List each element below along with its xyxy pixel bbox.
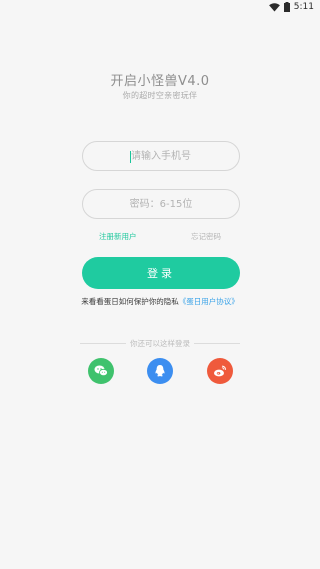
user-agreement-link[interactable]: 《蛋日用户协议》 xyxy=(179,297,239,306)
password-input[interactable] xyxy=(83,197,239,211)
alt-login-text: 你还可以这样登录 xyxy=(130,339,190,348)
weibo-icon xyxy=(214,365,226,377)
status-time: 5:11 xyxy=(293,2,314,12)
phone-input[interactable] xyxy=(83,149,239,163)
privacy-row: 来看看蛋日如何保护你的隐私《蛋日用户协议》 xyxy=(0,296,320,307)
phone-field[interactable] xyxy=(82,141,240,171)
text-cursor xyxy=(130,151,131,163)
wechat-icon xyxy=(94,365,108,377)
wifi-icon xyxy=(268,2,280,12)
qq-icon xyxy=(155,365,165,377)
qq-login-button[interactable] xyxy=(147,358,173,384)
status-bar: 5:11 xyxy=(0,0,320,14)
register-link[interactable]: 注册新用户 xyxy=(99,231,137,242)
forgot-password-link[interactable]: 忘记密码 xyxy=(191,231,221,242)
battery-icon xyxy=(283,2,290,12)
privacy-text: 来看看蛋日如何保护你的隐私 xyxy=(81,297,179,306)
divider-line-right xyxy=(194,343,240,344)
password-field[interactable] xyxy=(82,189,240,219)
weibo-login-button[interactable] xyxy=(207,358,233,384)
divider-line-left xyxy=(80,343,126,344)
app-title: 开启小怪兽V4.0 xyxy=(110,74,210,89)
wechat-login-button[interactable] xyxy=(88,358,114,384)
app-subtitle: 你的超时空亲密玩伴 xyxy=(122,91,198,100)
login-button[interactable]: 登录 xyxy=(82,257,240,289)
alt-login-divider: 你还可以这样登录 xyxy=(80,338,240,349)
